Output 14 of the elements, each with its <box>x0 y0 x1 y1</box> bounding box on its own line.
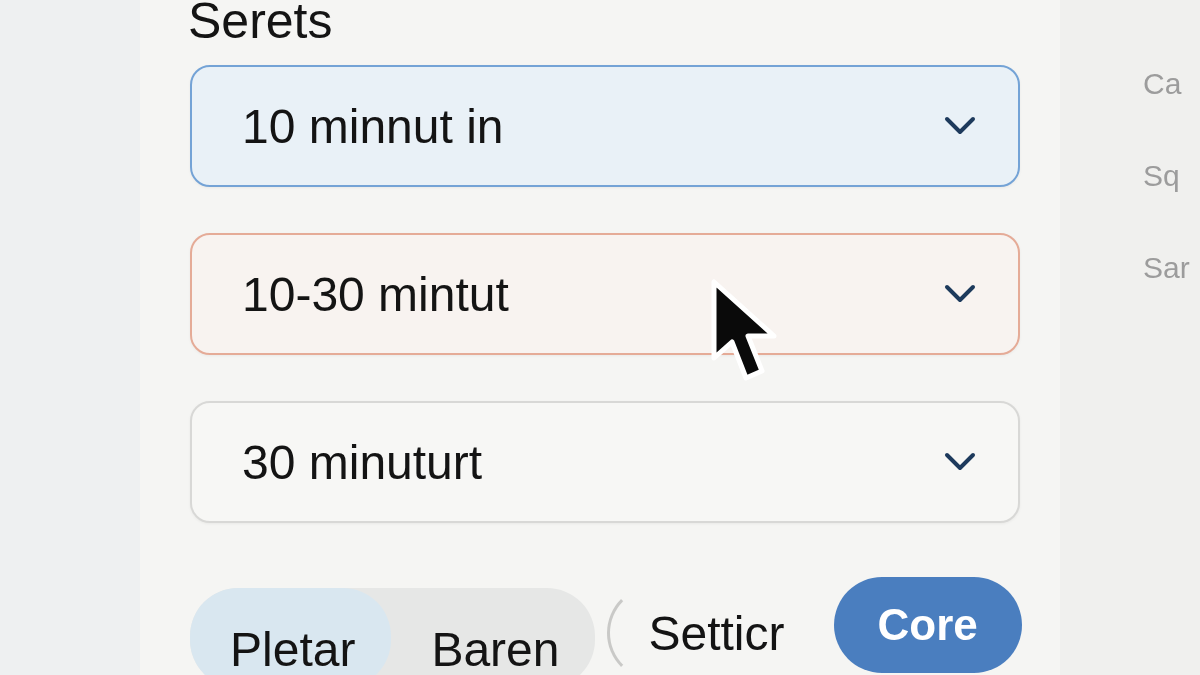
chevron-down-icon <box>944 452 976 472</box>
secondary-button[interactable]: Setticr <box>607 585 822 675</box>
side-label: Sar <box>1143 250 1191 286</box>
segment-tab[interactable]: Pletar <box>190 588 392 675</box>
dropdown[interactable]: 10-30 mintut <box>190 233 1020 355</box>
chevron-down-icon <box>944 116 976 136</box>
side-label: Ca <box>1143 66 1183 102</box>
segment-tab[interactable]: Baren <box>391 588 596 675</box>
side-label: Sq <box>1143 158 1181 194</box>
dropdown[interactable]: 30 minuturt <box>190 401 1020 523</box>
dropdown[interactable]: 10 minnut in <box>190 65 1020 187</box>
chevron-down-icon <box>944 284 976 304</box>
section-title: Serets <box>188 0 333 48</box>
primary-button[interactable]: Core <box>833 577 1022 673</box>
